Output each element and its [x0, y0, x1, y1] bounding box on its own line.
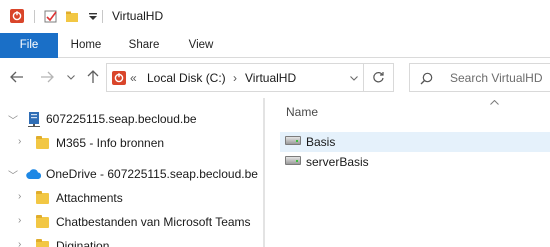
recent-locations-chevron-down-icon[interactable]: [67, 75, 75, 80]
tree-item-label: Digination: [56, 239, 110, 247]
tree-item-onedrive[interactable]: ﹀ OneDrive - 607225115.seap.becloud.be: [0, 162, 263, 186]
expand-chevron-icon[interactable]: ﹀: [8, 167, 18, 182]
tree-item-network-drive[interactable]: ﹀ 607225115.seap.becloud.be: [0, 107, 263, 131]
search-icon: [420, 72, 433, 85]
file-list: Name Basis serverBasis: [266, 98, 550, 247]
breadcrumb-separator[interactable]: ›: [233, 71, 237, 85]
tree-item-label: Chatbestanden van Microsoft Teams: [56, 215, 251, 229]
tab-file[interactable]: File: [0, 33, 58, 58]
folder-icon: [36, 239, 49, 247]
tab-share[interactable]: Share: [118, 33, 170, 58]
refresh-icon: [373, 72, 384, 83]
arrow-up-icon[interactable]: [87, 70, 99, 84]
tree-item-label: M365 - Info bronnen: [56, 136, 165, 150]
customize-quick-access-icon[interactable]: [86, 9, 100, 23]
tree-item-digination[interactable]: › Digination: [0, 234, 263, 247]
arrow-right-icon[interactable]: [40, 71, 54, 83]
search-placeholder[interactable]: Search VirtualHD: [450, 71, 542, 85]
tab-view[interactable]: View: [175, 33, 227, 58]
tree-item-m365[interactable]: › M365 - Info bronnen: [0, 131, 263, 155]
title-bar: VirtualHD: [0, 0, 550, 33]
arrow-left-icon[interactable]: [10, 71, 24, 83]
new-folder-icon[interactable]: [65, 9, 79, 23]
expand-chevron-icon[interactable]: ›: [18, 136, 21, 147]
cloud-icon: [26, 169, 42, 179]
tree-item-label: OneDrive - 607225115.seap.becloud.be: [46, 167, 258, 181]
expand-chevron-icon[interactable]: ›: [18, 191, 21, 202]
pane-splitter[interactable]: [263, 98, 265, 247]
tree-item-label: Attachments: [56, 191, 123, 205]
address-bar[interactable]: « Local Disk (C:) › VirtualHD: [106, 63, 364, 92]
refresh-button[interactable]: [364, 63, 394, 92]
app-icon[interactable]: [10, 9, 24, 23]
navigation-pane: ﹀ 607225115.seap.becloud.be › M365 - Inf…: [0, 98, 263, 247]
window-title: VirtualHD: [112, 9, 164, 23]
title-separator: [102, 10, 103, 23]
folder-icon: [36, 136, 49, 149]
drive-icon: [285, 136, 301, 145]
breadcrumb-overflow[interactable]: «: [130, 71, 137, 85]
location-icon: [112, 71, 126, 85]
quick-access-separator: [34, 10, 35, 23]
expand-chevron-icon[interactable]: ›: [18, 239, 21, 247]
breadcrumb-local-disk[interactable]: Local Disk (C:): [147, 71, 226, 85]
expand-chevron-icon[interactable]: ﹀: [8, 112, 18, 127]
file-name: serverBasis: [306, 155, 369, 169]
properties-icon[interactable]: [44, 9, 58, 23]
tree-item-label: 607225115.seap.becloud.be: [46, 112, 197, 126]
drive-icon: [285, 156, 301, 165]
folder-icon: [36, 191, 49, 204]
navigation-bar: « Local Disk (C:) › VirtualHD Search Vir…: [0, 58, 550, 98]
tab-home[interactable]: Home: [60, 33, 112, 58]
network-drive-icon: [28, 112, 40, 127]
sort-ascending-icon: [490, 100, 499, 105]
column-header-name[interactable]: Name: [286, 105, 318, 119]
folder-icon: [36, 215, 49, 228]
file-item-serverbasis[interactable]: serverBasis: [280, 152, 550, 172]
address-dropdown-chevron-down-icon[interactable]: [350, 76, 358, 81]
search-box[interactable]: Search VirtualHD: [409, 63, 550, 92]
breadcrumb-virtualhd[interactable]: VirtualHD: [245, 71, 296, 85]
expand-chevron-icon[interactable]: ›: [18, 215, 21, 226]
tree-item-teams-chat-files[interactable]: › Chatbestanden van Microsoft Teams: [0, 210, 263, 234]
file-name: Basis: [306, 135, 336, 149]
file-item-basis[interactable]: Basis: [280, 132, 550, 152]
ribbon: File Home Share View: [0, 33, 550, 58]
tree-item-attachments[interactable]: › Attachments: [0, 186, 263, 210]
